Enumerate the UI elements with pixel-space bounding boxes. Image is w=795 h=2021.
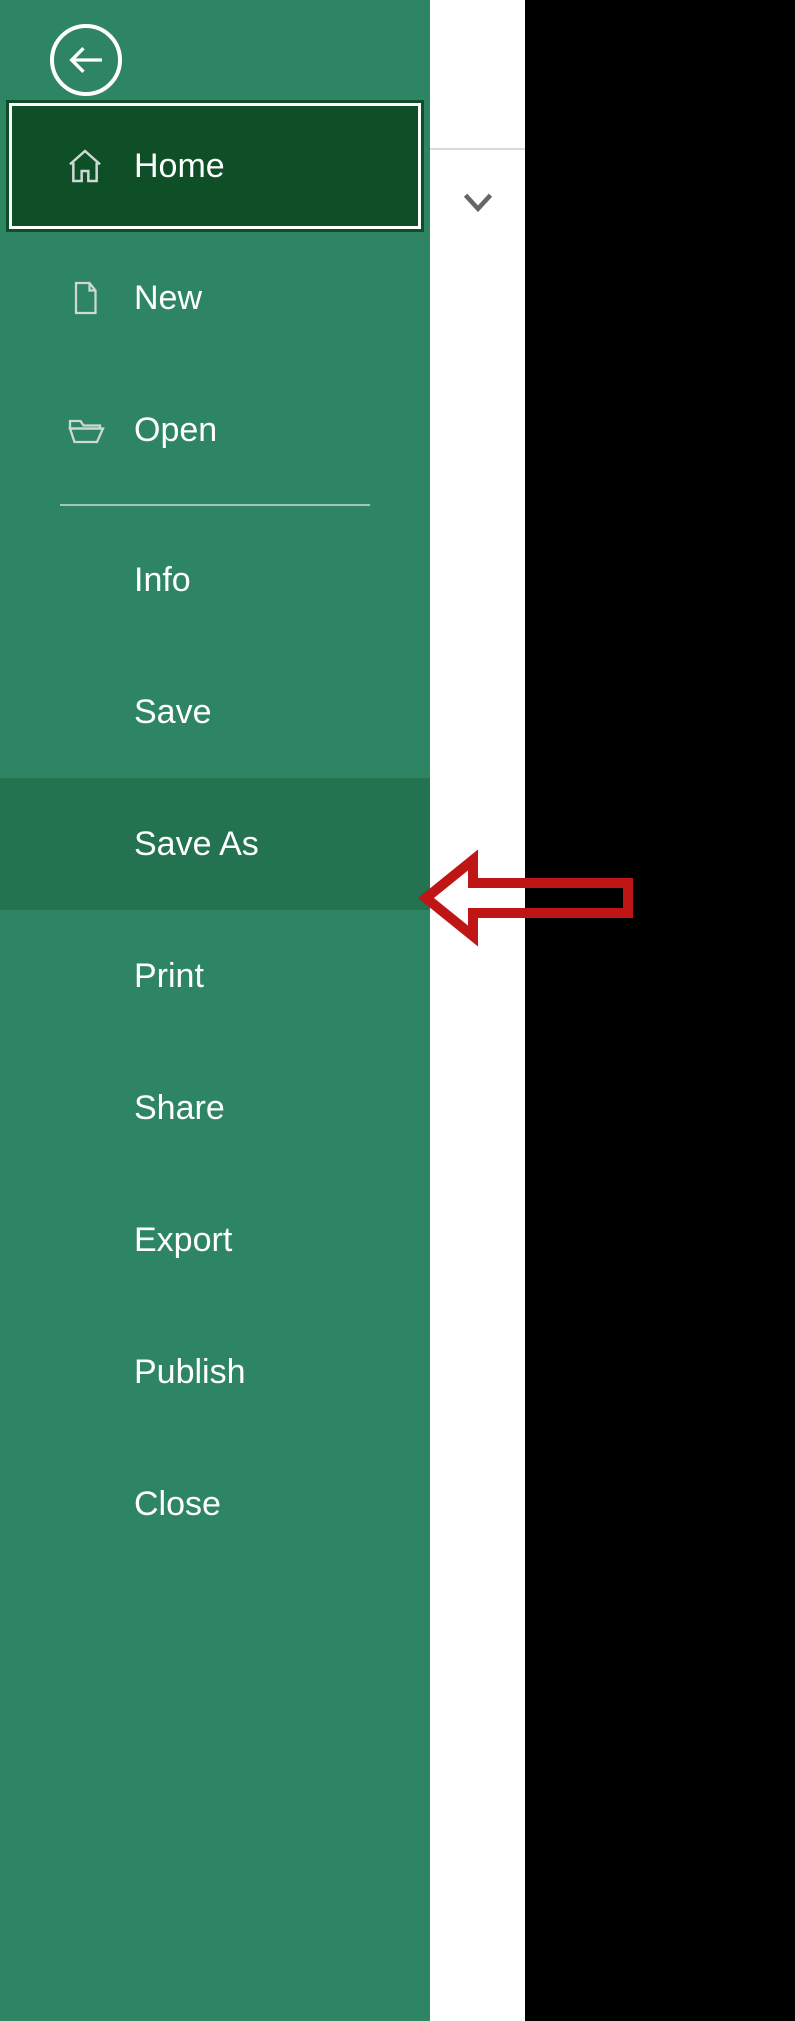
menu-label: Home — [134, 147, 225, 186]
menu-item-info[interactable]: Info — [0, 514, 430, 646]
backstage-panel: Home New Open Info Save Save As Print — [0, 0, 430, 2021]
black-region — [525, 0, 795, 2021]
file-icon — [60, 278, 110, 318]
menu-item-home[interactable]: Home — [6, 100, 424, 232]
back-button[interactable] — [50, 24, 122, 96]
menu-label: Share — [134, 1089, 225, 1128]
menu-label: Export — [134, 1221, 232, 1260]
menu-label: Close — [134, 1485, 221, 1524]
menu-label: Publish — [134, 1353, 246, 1392]
menu-item-save[interactable]: Save — [0, 646, 430, 778]
arrow-left-icon — [65, 39, 107, 81]
menu-item-new[interactable]: New — [0, 232, 430, 364]
menu-item-close[interactable]: Close — [0, 1438, 430, 1570]
menu-item-open[interactable]: Open — [0, 364, 430, 496]
menu-item-print[interactable]: Print — [0, 910, 430, 1042]
menu-label: New — [134, 279, 202, 318]
menu-label: Info — [134, 561, 191, 600]
home-icon — [60, 146, 110, 186]
menu-item-save-as[interactable]: Save As — [0, 778, 430, 910]
menu-label: Save — [134, 693, 212, 732]
folder-icon — [60, 412, 110, 448]
menu-item-publish[interactable]: Publish — [0, 1306, 430, 1438]
menu-item-export[interactable]: Export — [0, 1174, 430, 1306]
menu-divider — [60, 504, 370, 506]
menu-item-share[interactable]: Share — [0, 1042, 430, 1174]
menu-label: Save As — [134, 825, 259, 864]
menu-label: Open — [134, 411, 217, 450]
menu-label: Print — [134, 957, 204, 996]
content-edge — [430, 0, 525, 2021]
chevron-down-icon[interactable] — [461, 185, 495, 224]
